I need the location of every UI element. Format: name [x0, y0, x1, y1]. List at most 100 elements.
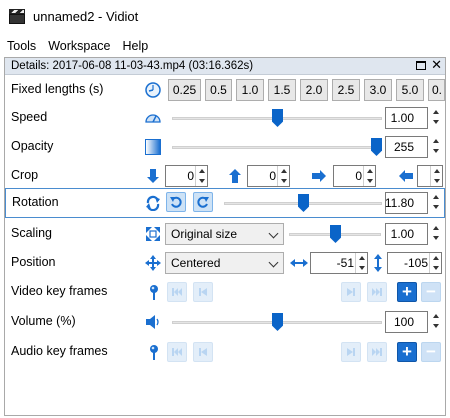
skip-next-icon [347, 288, 355, 296]
row-scaling: Scaling Original size 1.00 [5, 220, 445, 248]
label-position: Position [11, 255, 56, 269]
row-volume: Volume (%) 100 [5, 308, 445, 336]
rotation-stepper[interactable] [429, 192, 442, 214]
title-bar: unnamed2 - Vidiot [0, 0, 450, 32]
length-button-0-25[interactable]: 0.25 [168, 79, 201, 101]
audio-last-keyframe-button[interactable] [367, 342, 387, 362]
details-panel: Details: 2017-06-08 11-03-43.mp4 (03:16.… [4, 57, 446, 416]
last-keyframe-button[interactable] [367, 282, 387, 302]
arrow-left-icon [399, 170, 413, 182]
next-keyframe-button[interactable] [341, 282, 361, 302]
scaling-selected: Original size [171, 227, 238, 241]
window-title: unnamed2 - Vidiot [33, 8, 139, 24]
menu-bar: Tools Workspace Help [0, 36, 154, 56]
crop-bottom-spinbox[interactable]: 0 [247, 165, 290, 187]
opacity-spinbox[interactable]: 255 [385, 136, 428, 158]
length-button-2-5[interactable]: 2.5 [332, 79, 360, 101]
vertical-arrows-icon [374, 254, 382, 272]
length-button-1-0[interactable]: 1.0 [236, 79, 264, 101]
skip-first-icon [172, 348, 182, 356]
minus-icon: − [426, 342, 436, 361]
scaling-slider[interactable] [289, 224, 381, 244]
restore-icon[interactable] [416, 60, 427, 70]
length-button-5-0[interactable]: 5.0 [396, 79, 424, 101]
scaling-slider-thumb[interactable] [330, 225, 341, 243]
length-button-1-5[interactable]: 1.5 [268, 79, 296, 101]
row-video-key-frames: Video key frames + − [5, 278, 445, 306]
crop-bottom-value: 0 [269, 169, 276, 183]
position-dropdown[interactable]: Centered [165, 252, 284, 274]
speed-slider-thumb[interactable] [272, 109, 283, 127]
speed-value: 1.00 [390, 111, 414, 125]
speedometer-icon [145, 114, 161, 123]
label-fixed-lengths: Fixed lengths (s) [11, 82, 104, 96]
rotation-slider-thumb[interactable] [298, 194, 309, 212]
plus-icon: + [402, 282, 412, 301]
position-x-value: -51 [336, 256, 354, 270]
speed-stepper[interactable] [429, 107, 442, 129]
rotation-slider[interactable] [224, 193, 382, 213]
length-button-2-0[interactable]: 2.0 [300, 79, 328, 101]
remove-keyframe-button[interactable]: − [421, 282, 441, 302]
label-rotation: Rotation [12, 195, 59, 209]
panel-header: Details: 2017-06-08 11-03-43.mp4 (03:16.… [5, 58, 445, 75]
skip-previous-icon [199, 348, 207, 356]
audio-prev-keyframe-button[interactable] [193, 342, 213, 362]
skip-previous-icon [199, 288, 207, 296]
audio-first-keyframe-button[interactable] [167, 342, 187, 362]
arrow-down-icon [147, 169, 159, 183]
scaling-spinbox[interactable]: 1.00 [385, 223, 428, 245]
audio-next-keyframe-button[interactable] [341, 342, 361, 362]
menu-help[interactable]: Help [116, 39, 154, 53]
row-speed: Speed 1.00 [5, 104, 445, 132]
length-button-3-0[interactable]: 3.0 [364, 79, 392, 101]
move-arrows-icon [145, 255, 161, 271]
volume-slider-thumb[interactable] [272, 313, 283, 331]
rotation-value: 11.80 [384, 196, 414, 210]
skip-last-icon [372, 348, 382, 356]
crop-top-spinbox[interactable]: 0 [165, 165, 208, 187]
opacity-slider[interactable] [172, 137, 382, 157]
length-button-truncated[interactable]: 0. [428, 79, 445, 101]
label-speed: Speed [11, 110, 48, 124]
close-icon[interactable]: ✕ [431, 58, 442, 71]
skip-last-icon [372, 288, 382, 296]
row-position: Position Centered -51 -105 [5, 249, 445, 277]
gradient-icon [145, 139, 161, 155]
rotate-icon [146, 195, 160, 211]
label-crop: Crop [11, 168, 39, 182]
label-video-key-frames: Video key frames [11, 284, 108, 298]
position-selected: Centered [171, 256, 221, 270]
position-y-spinbox[interactable]: -105 [387, 252, 442, 274]
label-opacity: Opacity [11, 139, 54, 153]
menu-workspace[interactable]: Workspace [42, 39, 116, 53]
pin-icon [150, 345, 158, 360]
audio-add-keyframe-button[interactable]: + [397, 342, 417, 362]
menu-tools[interactable]: Tools [0, 39, 42, 53]
volume-value: 100 [393, 315, 414, 329]
volume-stepper[interactable] [429, 311, 442, 333]
position-x-spinbox[interactable]: -51 [310, 252, 368, 274]
plus-icon: + [402, 342, 412, 361]
add-keyframe-button[interactable]: + [397, 282, 417, 302]
length-button-0-5[interactable]: 0.5 [205, 79, 232, 101]
crop-left-spinbox[interactable] [417, 165, 443, 187]
opacity-slider-thumb[interactable] [371, 138, 382, 156]
crop-right-spinbox[interactable]: 0 [333, 165, 376, 187]
rotation-spinbox[interactable]: 11.80 [385, 192, 428, 214]
speed-spinbox[interactable]: 1.00 [385, 107, 428, 129]
opacity-stepper[interactable] [429, 136, 442, 158]
row-fixed-lengths: Fixed lengths (s) 0.25 0.5 1.0 1.5 2.0 2… [5, 76, 445, 104]
volume-spinbox[interactable]: 100 [385, 311, 428, 333]
scaling-dropdown[interactable]: Original size [165, 223, 284, 245]
volume-slider[interactable] [172, 312, 382, 332]
audio-remove-keyframe-button[interactable]: − [421, 342, 441, 362]
scaling-stepper[interactable] [429, 223, 442, 245]
row-audio-key-frames: Audio key frames + − [5, 338, 445, 366]
skip-first-icon [172, 288, 182, 296]
rotate-right-button[interactable] [193, 192, 213, 212]
speed-slider[interactable] [172, 108, 382, 128]
first-keyframe-button[interactable] [167, 282, 187, 302]
prev-keyframe-button[interactable] [193, 282, 213, 302]
rotate-left-button[interactable] [166, 192, 186, 212]
